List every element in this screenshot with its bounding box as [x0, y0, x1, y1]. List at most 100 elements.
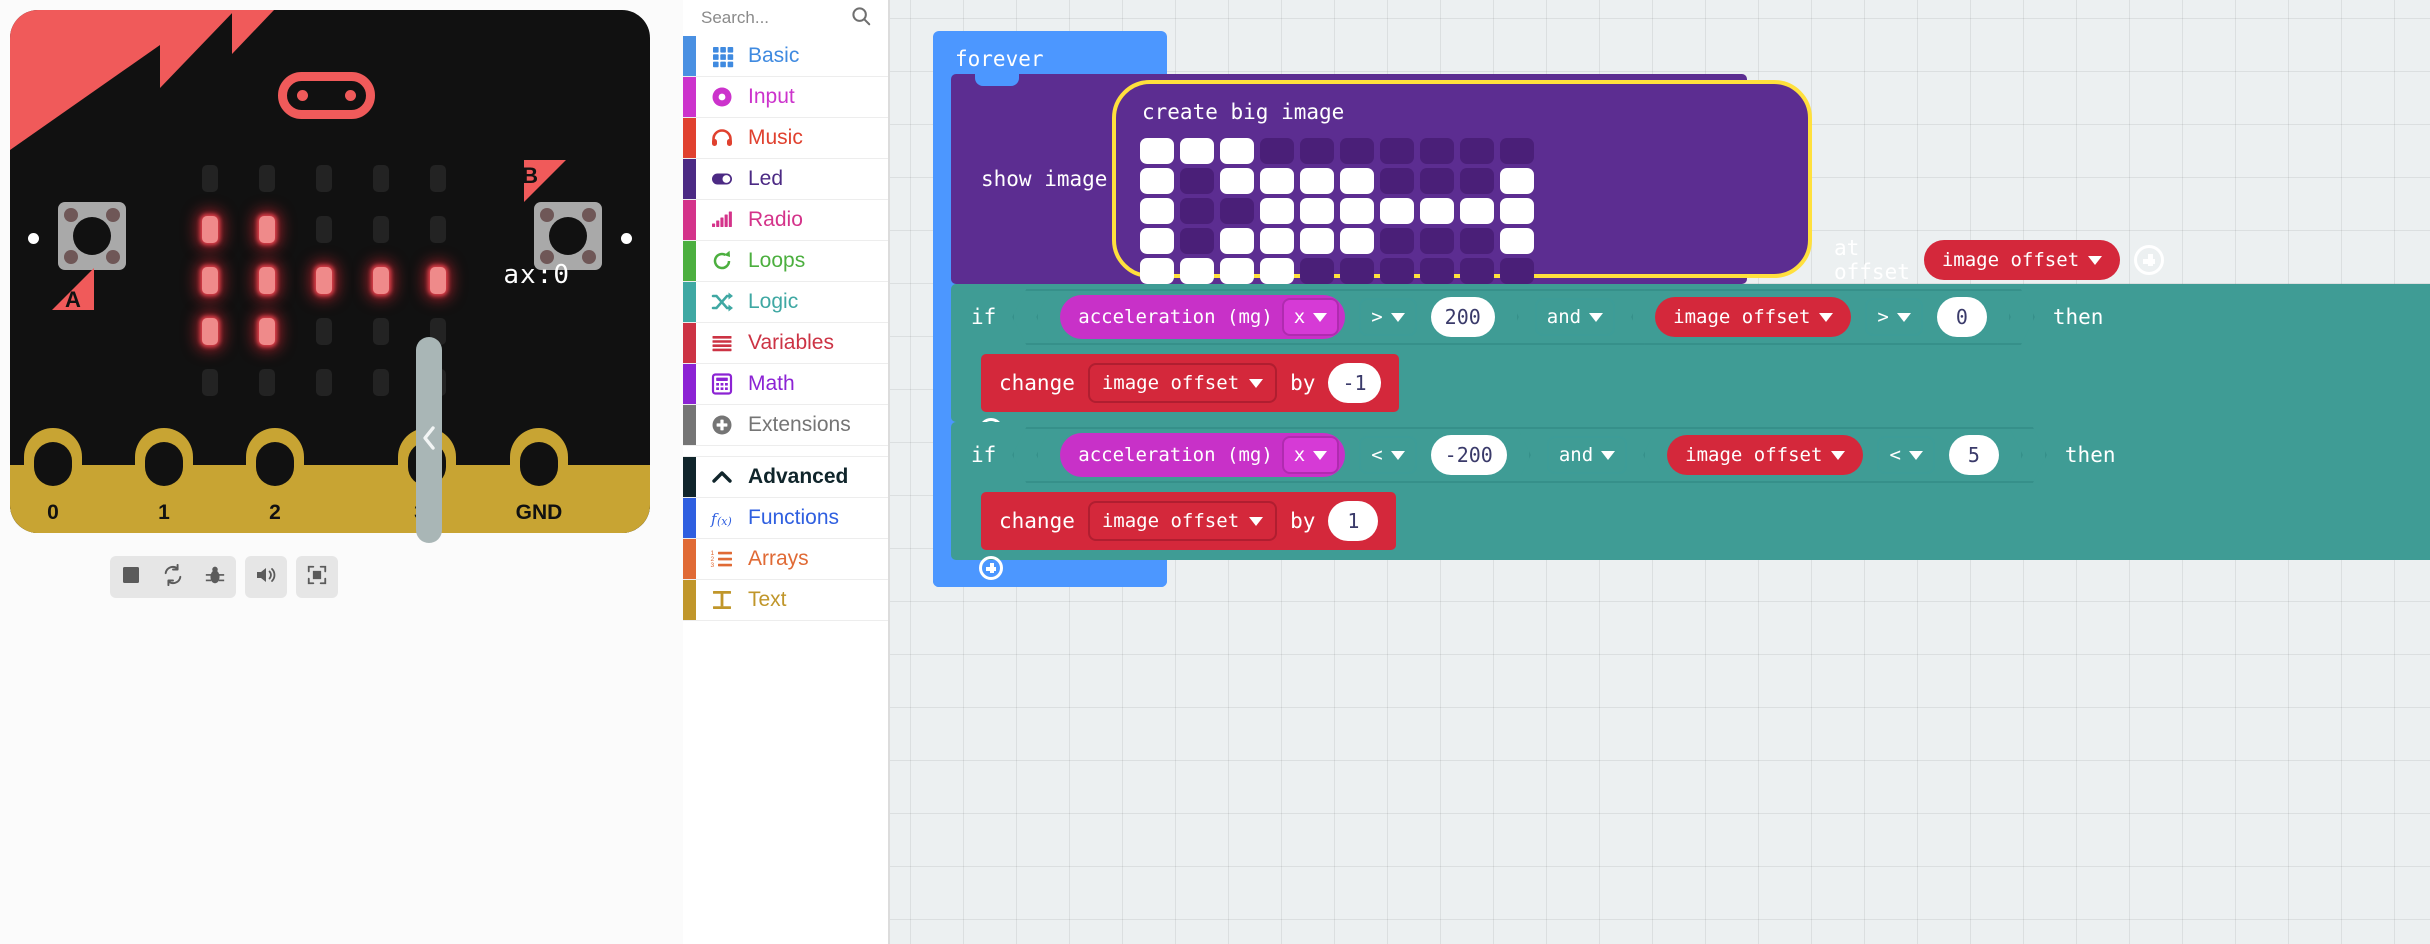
led-0-0[interactable]: [202, 165, 218, 192]
toolbox-item-input[interactable]: Input: [683, 77, 888, 118]
image-pixel-0-1[interactable]: [1180, 138, 1214, 164]
image-pixel-2-0[interactable]: [1140, 198, 1174, 224]
image-pixel-4-9[interactable]: [1500, 258, 1534, 284]
chevron-down-icon[interactable]: [1249, 516, 1264, 526]
toolbox-item-advanced[interactable]: Advanced: [683, 457, 888, 498]
image-pixel-0-8[interactable]: [1460, 138, 1494, 164]
toolbox-item-functions[interactable]: f (x) Functions: [683, 498, 888, 539]
chevron-down-icon[interactable]: [1897, 313, 1911, 322]
image-pixel-0-9[interactable]: [1500, 138, 1534, 164]
add-input-icon[interactable]: [2134, 245, 2165, 275]
image-pixel-4-6[interactable]: [1380, 258, 1414, 284]
edge-pin-0[interactable]: 0: [24, 428, 82, 533]
fullscreen-button[interactable]: [296, 556, 338, 598]
boolean-and-expression[interactable]: acceleration (mg) x < -200 and image offset <5: [1012, 427, 2047, 483]
led-4-1[interactable]: [259, 369, 275, 396]
image-pixel-1-6[interactable]: [1380, 168, 1414, 194]
block-if-2[interactable]: if acceleration (mg) x < -200 and image offset…: [951, 422, 2430, 580]
comparison-left[interactable]: acceleration (mg) x >200: [1036, 289, 1519, 345]
comparison-right[interactable]: image offset <5: [1643, 427, 2023, 483]
led-1-3[interactable]: [373, 216, 389, 243]
comparison-operator-dropdown-right[interactable]: <: [1877, 436, 1934, 474]
search-input[interactable]: Search...: [701, 8, 769, 28]
image-pixel-4-4[interactable]: [1300, 258, 1334, 284]
search-icon[interactable]: [850, 5, 872, 32]
variable-image-offset[interactable]: image offset: [1923, 240, 2121, 280]
image-pixel-1-4[interactable]: [1300, 168, 1334, 194]
number-input-right[interactable]: 5: [1949, 435, 1999, 475]
image-pixel-4-5[interactable]: [1340, 258, 1374, 284]
acceleration-axis-dropdown[interactable]: x: [1282, 298, 1339, 336]
variable-image-offset[interactable]: image offset: [1667, 435, 1863, 475]
toolbox-item-loops[interactable]: Loops: [683, 241, 888, 282]
chevron-down-icon[interactable]: [1313, 313, 1327, 322]
block-change-variable-1[interactable]: change image offset by -1: [981, 354, 1399, 412]
comparison-operator-dropdown-left[interactable]: <: [1359, 436, 1416, 474]
toolbox-item-radio[interactable]: Radio: [683, 200, 888, 241]
toolbox-item-extensions[interactable]: Extensions: [683, 405, 888, 446]
image-pixel-2-3[interactable]: [1260, 198, 1294, 224]
logic-and-dropdown[interactable]: and: [1547, 436, 1627, 474]
change-variable-dropdown[interactable]: image offset: [1087, 501, 1278, 541]
boolean-and-expression[interactable]: acceleration (mg) x >200 and image offset >0: [1012, 289, 2035, 345]
block-change-variable-2[interactable]: change image offset by 1: [981, 492, 1397, 550]
edge-pin-1[interactable]: 1: [135, 428, 193, 533]
edge-pin-GND[interactable]: GND: [510, 428, 568, 533]
image-pixel-4-1[interactable]: [1180, 258, 1214, 284]
image-pixel-0-3[interactable]: [1260, 138, 1294, 164]
block-show-image[interactable]: show image create big image at offset im…: [951, 74, 2165, 284]
chevron-down-icon[interactable]: [1249, 378, 1264, 388]
image-pixel-2-9[interactable]: [1500, 198, 1534, 224]
reporter-acceleration[interactable]: acceleration (mg) x: [1060, 433, 1345, 477]
number-input-left[interactable]: 200: [1431, 297, 1495, 337]
simulator-collapse-handle[interactable]: [416, 337, 442, 543]
reporter-acceleration[interactable]: acceleration (mg) x: [1060, 295, 1345, 339]
chevron-down-icon[interactable]: [1831, 451, 1845, 460]
restart-button[interactable]: [152, 556, 194, 598]
image-pixel-3-8[interactable]: [1460, 228, 1494, 254]
led-2-0[interactable]: [202, 267, 218, 294]
image-pixel-1-3[interactable]: [1260, 168, 1294, 194]
chevron-down-icon[interactable]: [1909, 451, 1923, 460]
led-2-2[interactable]: [316, 267, 332, 294]
number-input-right[interactable]: 0: [1937, 297, 1987, 337]
image-pixel-2-7[interactable]: [1420, 198, 1454, 224]
chevron-down-icon[interactable]: [1391, 313, 1405, 322]
image-pixel-0-7[interactable]: [1420, 138, 1454, 164]
acceleration-axis-dropdown[interactable]: x: [1282, 436, 1339, 474]
image-pixel-1-9[interactable]: [1500, 168, 1534, 194]
led-1-1[interactable]: [259, 216, 275, 243]
toolbox-item-variables[interactable]: Variables: [683, 323, 888, 364]
big-image-pixel-grid[interactable]: [1140, 138, 1534, 284]
mute-button[interactable]: [245, 556, 287, 598]
image-pixel-2-4[interactable]: [1300, 198, 1334, 224]
toolbox-item-music[interactable]: Music: [683, 118, 888, 159]
image-pixel-3-1[interactable]: [1180, 228, 1214, 254]
image-pixel-4-3[interactable]: [1260, 258, 1294, 284]
led-3-3[interactable]: [373, 318, 389, 345]
led-4-0[interactable]: [202, 369, 218, 396]
image-pixel-1-7[interactable]: [1420, 168, 1454, 194]
led-3-1[interactable]: [259, 318, 275, 345]
led-0-3[interactable]: [373, 165, 389, 192]
image-pixel-4-0[interactable]: [1140, 258, 1174, 284]
chevron-down-icon[interactable]: [2088, 255, 2103, 265]
image-pixel-3-9[interactable]: [1500, 228, 1534, 254]
image-pixel-0-4[interactable]: [1300, 138, 1334, 164]
toolbox-item-basic[interactable]: Basic: [683, 36, 888, 77]
image-pixel-3-3[interactable]: [1260, 228, 1294, 254]
image-pixel-4-7[interactable]: [1420, 258, 1454, 284]
image-pixel-3-0[interactable]: [1140, 228, 1174, 254]
change-amount-input[interactable]: 1: [1328, 501, 1379, 541]
led-0-4[interactable]: [430, 165, 446, 192]
change-amount-input[interactable]: -1: [1328, 363, 1381, 403]
image-pixel-1-8[interactable]: [1460, 168, 1494, 194]
led-0-2[interactable]: [316, 165, 332, 192]
chevron-down-icon[interactable]: [1391, 451, 1405, 460]
change-variable-dropdown[interactable]: image offset: [1087, 363, 1278, 403]
led-1-4[interactable]: [430, 216, 446, 243]
image-pixel-2-1[interactable]: [1180, 198, 1214, 224]
toolbox-item-math[interactable]: Math: [683, 364, 888, 405]
image-pixel-1-0[interactable]: [1140, 168, 1174, 194]
number-input-left[interactable]: -200: [1431, 435, 1507, 475]
